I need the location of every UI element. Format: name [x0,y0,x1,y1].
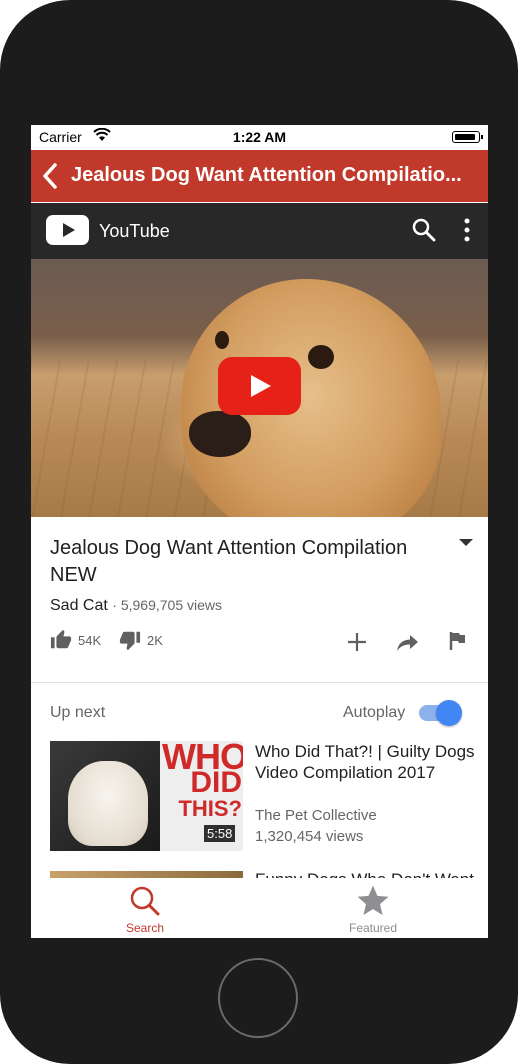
tab-featured[interactable]: Featured [308,878,438,938]
dislike-count: 2K [147,632,163,648]
autoplay-label: Autoplay [343,704,406,721]
youtube-header: YouTube [31,203,488,259]
navigation-bar: Jealous Dog Want Attention Compilatio... [31,150,488,202]
up-next-channel: The Pet Collective [255,807,377,824]
clock: 1:22 AM [232,129,287,145]
up-next-views: 1,320,454 views [255,828,364,845]
youtube-wordmark: YouTube [99,221,170,241]
status-bar: Carrier 1:22 AM [31,125,488,150]
screen: Carrier 1:22 AM Jealous Dog Want Attenti… [31,125,488,938]
tab-label: Search [125,921,165,935]
home-button[interactable] [218,958,298,1038]
divider [31,682,488,683]
thumbs-down-icon [119,631,141,651]
tab-search[interactable]: Search [80,878,210,938]
autoplay-toggle-knob[interactable] [436,700,462,726]
battery-icon [452,131,483,143]
thumbnail-dog [68,761,148,846]
thumbnail-text: WHO DID THIS? [162,741,243,822]
youtube-logo-icon[interactable] [46,215,89,245]
like-count: 54K [78,632,102,648]
dislike-button[interactable]: 2K [119,629,163,651]
add-to-playlist-icon[interactable] [346,631,368,653]
action-row: 54K 2K [31,629,488,659]
search-icon[interactable] [411,217,437,243]
nav-title: Jealous Dog Want Attention Compilatio... [71,164,462,186]
tab-label: Featured [348,921,398,935]
thumbs-up-icon [50,629,72,649]
meta-separator: · [112,597,117,613]
back-chevron-icon[interactable] [39,162,63,190]
duration-badge: 5:58 [204,825,236,842]
thumbnail-text-line: THIS? [178,796,242,821]
tab-bar: Search Featured [31,878,488,938]
channel-line: Sad Cat · 5,969,705 views [50,597,222,615]
flag-icon[interactable] [449,631,467,651]
channel-name[interactable]: Sad Cat [50,597,108,614]
play-button[interactable] [218,357,301,415]
like-button[interactable]: 54K [50,629,101,651]
more-vert-icon[interactable] [459,217,475,243]
video-frame-dog-eye [215,331,229,349]
video-frame-dog-eye [308,345,334,369]
video-title: Jealous Dog Want Attention Compilation N… [50,537,408,586]
up-next-title[interactable]: Who Did That?! | Guilty Dogs Video Compi… [255,741,475,783]
expand-caret-icon[interactable] [459,539,473,546]
video-player[interactable] [31,259,488,517]
share-icon[interactable] [396,631,420,653]
up-next-label: Up next [50,704,106,721]
device-frame: Carrier 1:22 AM Jealous Dog Want Attenti… [0,0,518,1064]
video-frame-dog-nose [189,411,251,457]
star-icon [357,885,389,915]
view-count: 5,969,705 views [120,597,223,613]
search-icon [130,886,160,916]
